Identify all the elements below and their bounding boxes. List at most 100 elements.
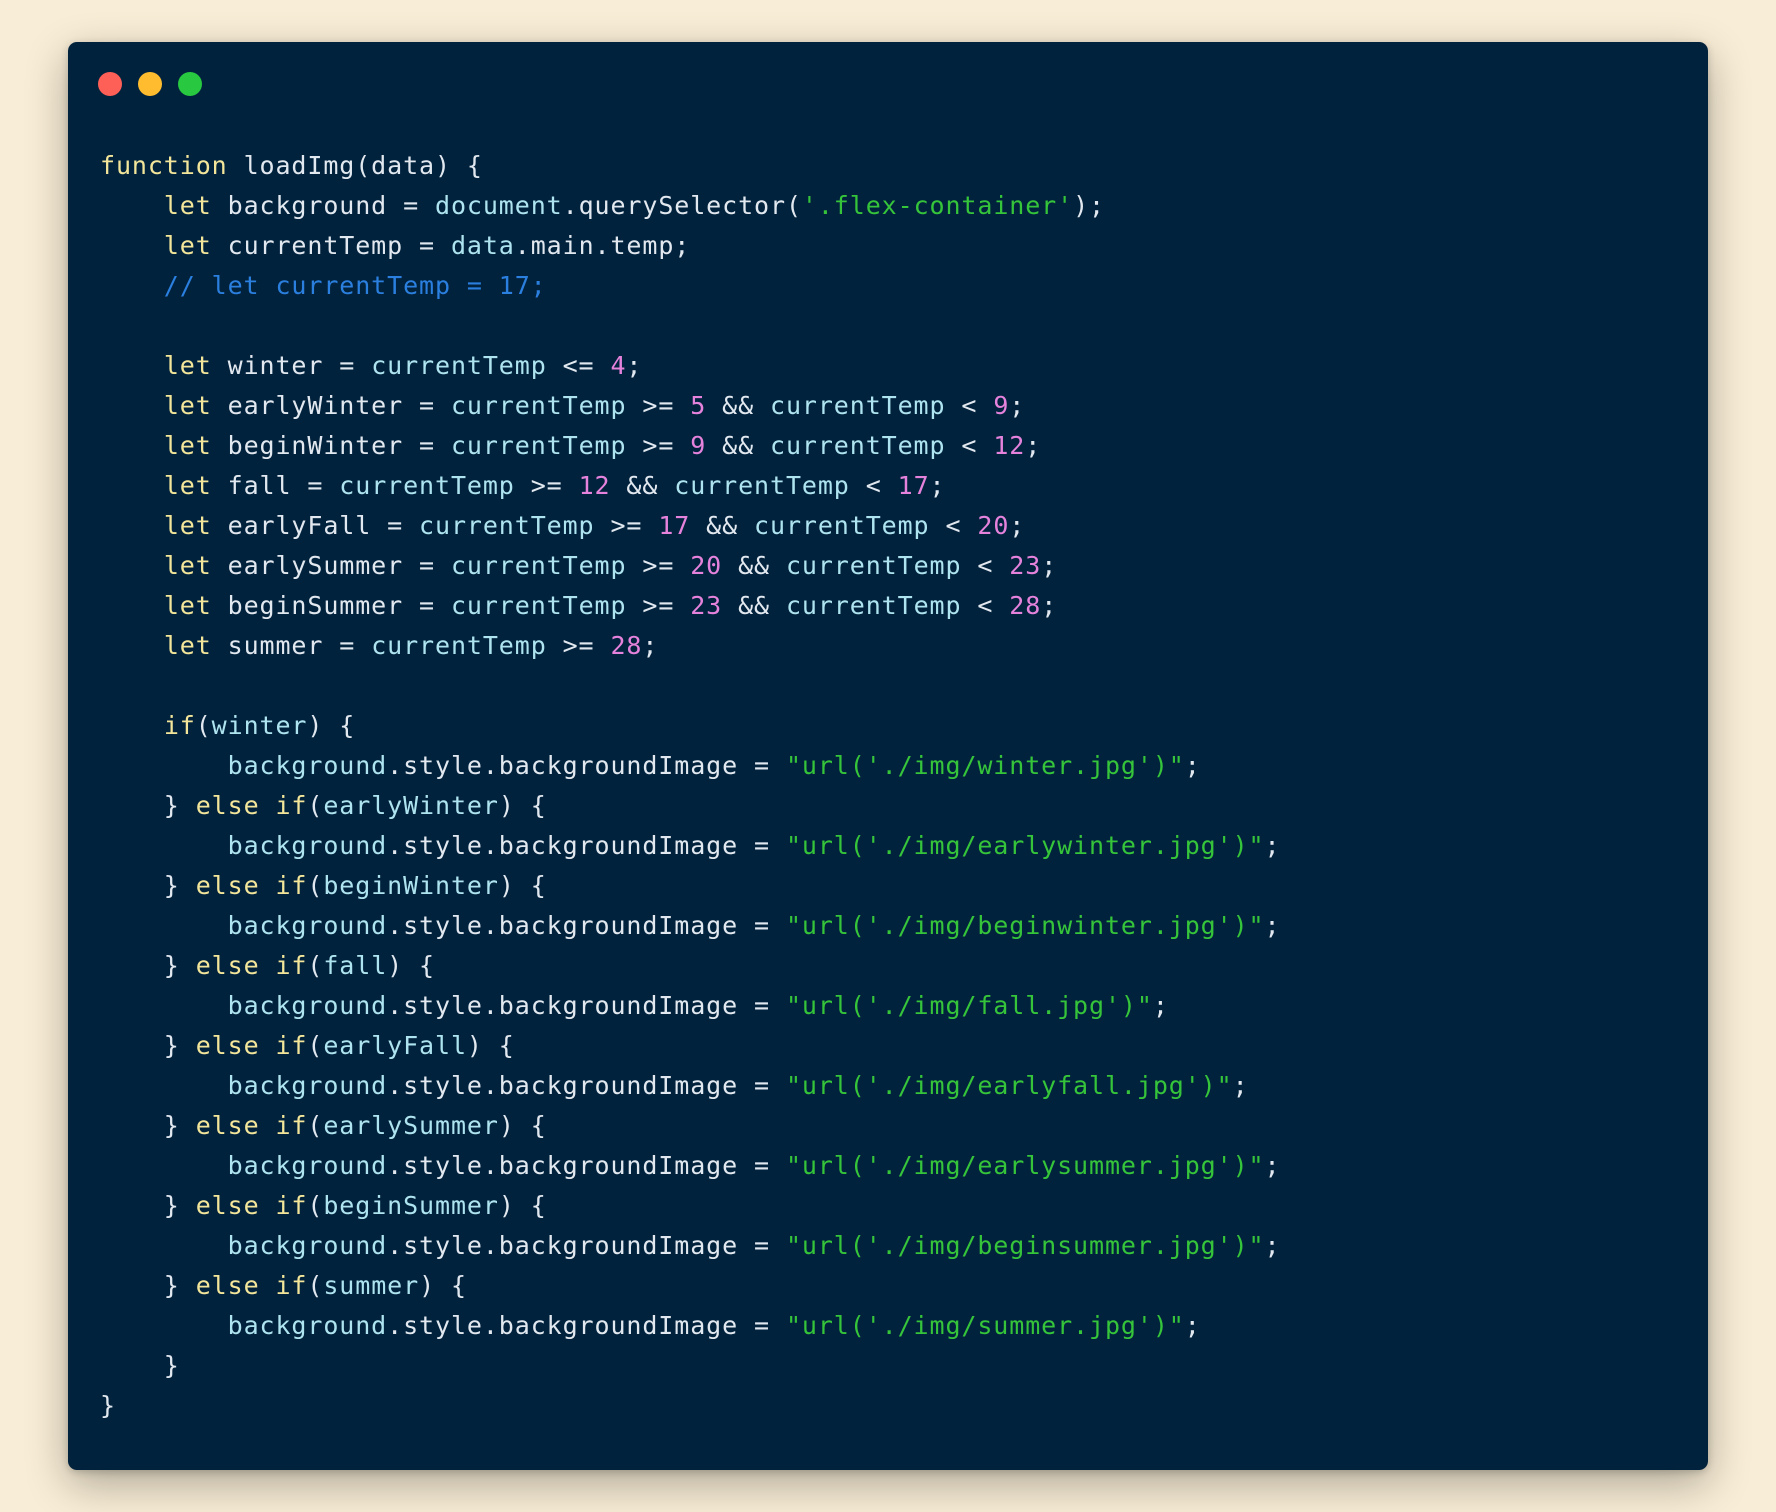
code-token: ;	[1184, 751, 1201, 780]
code-token: <=	[546, 351, 611, 380]
code-line: } else if(summer) {	[100, 1266, 1280, 1306]
code-token: 17	[658, 511, 691, 540]
code-token: ;	[1009, 391, 1026, 420]
code-token: "url('./img/winter.jpg')"	[785, 751, 1185, 780]
code-token: let	[163, 351, 212, 380]
code-line: }	[100, 1346, 1280, 1386]
code-token: earlyWinter	[323, 791, 499, 820]
code-token: function	[100, 151, 228, 180]
code-line: }	[100, 1386, 1280, 1426]
code-window: function loadImg(data) { let background …	[68, 42, 1708, 1470]
code-line: let currentTemp = data.main.temp;	[100, 226, 1280, 266]
code-token: (	[307, 1111, 324, 1140]
minimize-button[interactable]	[138, 72, 162, 96]
code-token: earlySummer	[323, 1111, 499, 1140]
code-token: background	[227, 991, 388, 1020]
code-token: fall	[323, 951, 388, 980]
maximize-button[interactable]	[178, 72, 202, 96]
code-token: 20	[977, 511, 1010, 540]
code-token: .style.backgroundImage =	[387, 1151, 786, 1180]
code-line: } else if(fall) {	[100, 946, 1280, 986]
code-token: ) {	[307, 711, 356, 740]
code-token: 17	[897, 471, 930, 500]
code-token: currentTemp	[450, 551, 627, 580]
code-token: winter	[211, 711, 308, 740]
code-token: (	[195, 711, 212, 740]
code-token: >=	[626, 391, 691, 420]
code-line: background.style.backgroundImage = "url(…	[100, 746, 1280, 786]
code-token: else if	[195, 1111, 308, 1140]
code-token: <	[929, 511, 978, 540]
code-line: background.style.backgroundImage = "url(…	[100, 986, 1280, 1026]
code-token: <	[945, 391, 994, 420]
code-token: 5	[690, 391, 707, 420]
code-line: background.style.backgroundImage = "url(…	[100, 906, 1280, 946]
code-token: <	[961, 591, 1010, 620]
code-token: currentTemp	[785, 551, 962, 580]
code-token: let	[163, 391, 212, 420]
code-token: ;	[1264, 831, 1281, 860]
code-token: }	[100, 951, 196, 980]
code-token: .style.backgroundImage =	[387, 1311, 786, 1340]
code-token: beginWinter	[323, 871, 499, 900]
code-token: background	[227, 1071, 388, 1100]
code-token: else if	[195, 951, 308, 980]
code-token: ;	[642, 631, 659, 660]
code-token: >=	[594, 511, 659, 540]
code-token: earlySummer =	[211, 551, 451, 580]
code-token: let	[163, 191, 212, 220]
code-line: background.style.backgroundImage = "url(…	[100, 1306, 1280, 1346]
code-token: beginSummer =	[211, 591, 451, 620]
code-token: ;	[1041, 591, 1058, 620]
code-token: winter =	[211, 351, 372, 380]
code-token: }	[100, 1031, 196, 1060]
code-line: } else if(earlyWinter) {	[100, 786, 1280, 826]
code-token: currentTemp	[770, 391, 946, 420]
code-token: ;	[1264, 911, 1281, 940]
code-token: currentTemp	[371, 631, 547, 660]
code-token: let	[163, 471, 212, 500]
code-token: .style.backgroundImage =	[387, 1071, 786, 1100]
code-line: let earlyFall = currentTemp >= 17 && cur…	[100, 506, 1280, 546]
code-token: currentTemp	[770, 431, 946, 460]
code-token: ;	[1264, 1231, 1281, 1260]
code-token: 28	[610, 631, 643, 660]
code-token: background =	[211, 191, 435, 220]
code-token: currentTemp	[419, 511, 595, 540]
code-token: 23	[690, 591, 723, 620]
code-token: >=	[546, 631, 611, 660]
code-line: } else if(earlySummer) {	[100, 1106, 1280, 1146]
code-token: .querySelector(	[562, 191, 802, 220]
code-token: summer	[323, 1271, 420, 1300]
code-line: if(winter) {	[100, 706, 1280, 746]
code-token: "url('./img/earlyfall.jpg')"	[785, 1071, 1233, 1100]
code-line: } else if(beginSummer) {	[100, 1186, 1280, 1226]
code-token: <	[849, 471, 898, 500]
close-button[interactable]	[98, 72, 122, 96]
code-line: let winter = currentTemp <= 4;	[100, 346, 1280, 386]
code-token: "url('./img/earlysummer.jpg')"	[785, 1151, 1265, 1180]
code-token: ;	[929, 471, 946, 500]
code-token: 20	[690, 551, 723, 580]
code-token: <	[945, 431, 994, 460]
code-token: if	[163, 711, 196, 740]
code-token: &&	[690, 511, 755, 540]
code-token: &&	[610, 471, 675, 500]
code-token: .style.backgroundImage =	[387, 751, 786, 780]
code-token: .style.backgroundImage =	[387, 1231, 786, 1260]
code-token: 12	[993, 431, 1026, 460]
code-line: let beginSummer = currentTemp >= 23 && c…	[100, 586, 1280, 626]
code-token: (	[307, 1191, 324, 1220]
code-line: background.style.backgroundImage = "url(…	[100, 1066, 1280, 1106]
code-token: earlyFall =	[211, 511, 420, 540]
